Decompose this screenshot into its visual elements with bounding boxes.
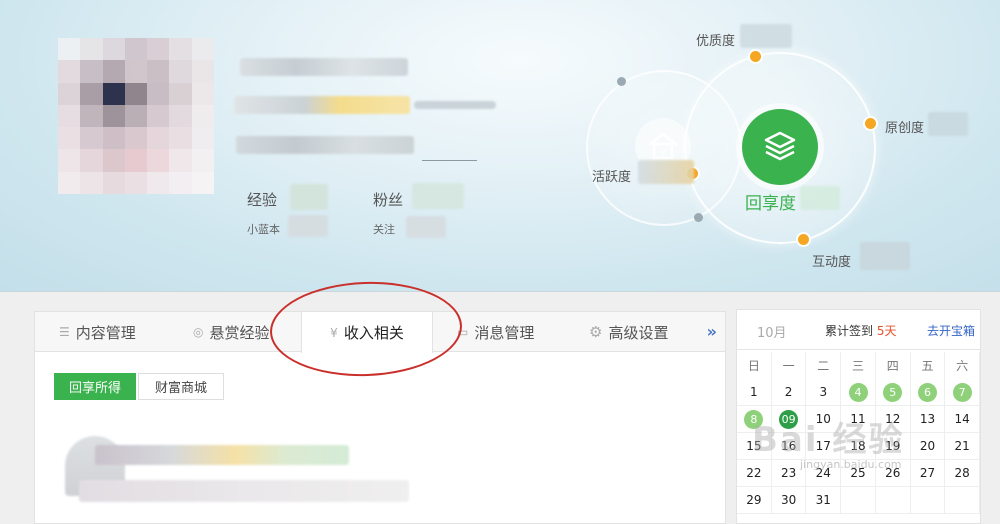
activity-ring-dot-top xyxy=(617,77,626,86)
experience-label: 经验 xyxy=(247,191,278,209)
calendar-empty-cell xyxy=(945,487,981,514)
weekday-label: 四 xyxy=(876,352,911,379)
earnings-detail-redacted xyxy=(95,445,349,465)
signin-count: 累计签到 5天 xyxy=(825,322,896,339)
calendar-day[interactable]: 3 xyxy=(806,379,842,406)
activity-label: 活跃度 xyxy=(592,170,632,185)
calendar-empty-cell xyxy=(910,487,946,514)
weekday-label: 五 xyxy=(911,352,946,379)
blue-book-label: 小蓝本 xyxy=(247,223,280,236)
svg-text:¥: ¥ xyxy=(660,149,666,159)
weekday-row: 日一二三四五六 xyxy=(737,352,981,379)
signed-day-marker: 6 xyxy=(917,382,937,402)
following-value-redacted xyxy=(406,216,446,238)
signin-count-label: 累计签到 xyxy=(825,324,874,338)
core-score-redacted xyxy=(800,186,840,210)
tab-label: 内容管理 xyxy=(75,323,136,342)
calendar-empty-cell xyxy=(875,487,911,514)
subtab-earnings[interactable]: 回享所得 xyxy=(54,373,136,400)
calendar-header: 10月 累计签到 5天 去开宝箱 xyxy=(737,310,980,350)
experience-value-redacted xyxy=(290,184,328,210)
tab-message-management[interactable]: ▭ 消息管理 xyxy=(457,312,534,352)
core-score-label: 回享度 xyxy=(745,194,796,214)
originality-dot xyxy=(865,118,876,129)
tab-label: 消息管理 xyxy=(474,323,535,342)
calendar-month: 10月 xyxy=(757,326,787,341)
interaction-dot xyxy=(798,234,809,245)
earnings-sub-redacted xyxy=(79,480,409,502)
weekday-label: 三 xyxy=(841,352,876,379)
tab-advanced-settings[interactable]: ⚙ 高级设置 xyxy=(589,312,668,352)
calendar-week: 29 30 31 xyxy=(737,487,981,514)
bounty-icon: ◎ xyxy=(193,325,204,339)
tab-bounty-experience[interactable]: ◎ 悬赏经验 xyxy=(193,312,270,352)
description-redacted xyxy=(236,136,414,154)
calendar-day[interactable]: 28 xyxy=(945,460,981,487)
calendar-day[interactable]: 2 xyxy=(771,379,807,406)
list-icon: ☰ xyxy=(59,325,70,339)
calendar-day[interactable]: 13 xyxy=(910,406,946,433)
tab-label: 高级设置 xyxy=(608,323,669,342)
calendar-day[interactable]: 27 xyxy=(910,460,946,487)
calendar-day[interactable]: 29 xyxy=(737,487,772,514)
level-redacted xyxy=(234,96,410,114)
progress-redacted xyxy=(414,101,496,109)
calendar-day[interactable]: 5 xyxy=(875,379,911,406)
tab-label: 悬赏经验 xyxy=(209,323,270,342)
blue-book-value-redacted xyxy=(288,215,328,237)
signin-days: 5天 xyxy=(876,324,897,338)
username-redacted xyxy=(240,58,408,76)
calendar-day[interactable]: 6 xyxy=(910,379,946,406)
calendar-day[interactable]: 4 xyxy=(841,379,876,406)
calendar-day[interactable]: 22 xyxy=(737,460,772,487)
avatar[interactable] xyxy=(58,38,214,194)
activity-ring-dot-bottom xyxy=(694,213,703,222)
tabs-more-button[interactable]: » xyxy=(707,322,717,341)
calendar-day[interactable]: 20 xyxy=(910,433,946,460)
layers-icon[interactable] xyxy=(742,109,818,185)
fans-label: 粉丝 xyxy=(373,191,404,209)
calendar-day[interactable]: 30 xyxy=(771,487,807,514)
quality-value-redacted xyxy=(740,24,792,48)
calendar-day[interactable]: 7 xyxy=(945,379,981,406)
tab-content-management[interactable]: ☰ 内容管理 xyxy=(59,312,136,352)
weekday-label: 一 xyxy=(772,352,807,379)
calendar-empty-cell xyxy=(841,487,876,514)
calendar-day[interactable]: 14 xyxy=(945,406,981,433)
divider xyxy=(422,160,477,161)
signed-day-marker: 5 xyxy=(883,382,903,402)
calendar-day[interactable]: 31 xyxy=(806,487,842,514)
gear-icon: ⚙ xyxy=(589,323,603,341)
quality-label: 优质度 xyxy=(696,34,736,49)
interaction-value-redacted xyxy=(860,242,910,270)
weekday-label: 日 xyxy=(737,352,772,379)
profile-header: 经验 小蓝本 粉丝 关注 ¥ 回享度 优质度 原创度 活跃度 互动度 xyxy=(0,0,1000,292)
originality-value-redacted xyxy=(928,112,968,136)
calendar-day[interactable]: 21 xyxy=(945,433,981,460)
weekday-label: 六 xyxy=(945,352,981,379)
calendar-day[interactable]: 1 xyxy=(737,379,772,406)
originality-label: 原创度 xyxy=(885,121,925,136)
calendar-week: 1234567 xyxy=(737,379,981,406)
quality-dot xyxy=(750,51,761,62)
open-treasure-link[interactable]: 去开宝箱 xyxy=(927,322,975,339)
subtab-wealth-mall[interactable]: 财富商城 xyxy=(138,373,224,400)
fans-value-redacted xyxy=(412,183,464,209)
interaction-label: 互动度 xyxy=(812,255,852,270)
watermark-url: jingyan.baidu.com xyxy=(800,458,902,471)
weekday-label: 二 xyxy=(806,352,842,379)
activity-value-redacted xyxy=(638,160,694,184)
watermark: Bai 经验 xyxy=(752,420,905,460)
following-label: 关注 xyxy=(373,223,395,236)
signed-day-marker: 4 xyxy=(848,382,868,402)
signed-day-marker: 7 xyxy=(952,382,972,402)
